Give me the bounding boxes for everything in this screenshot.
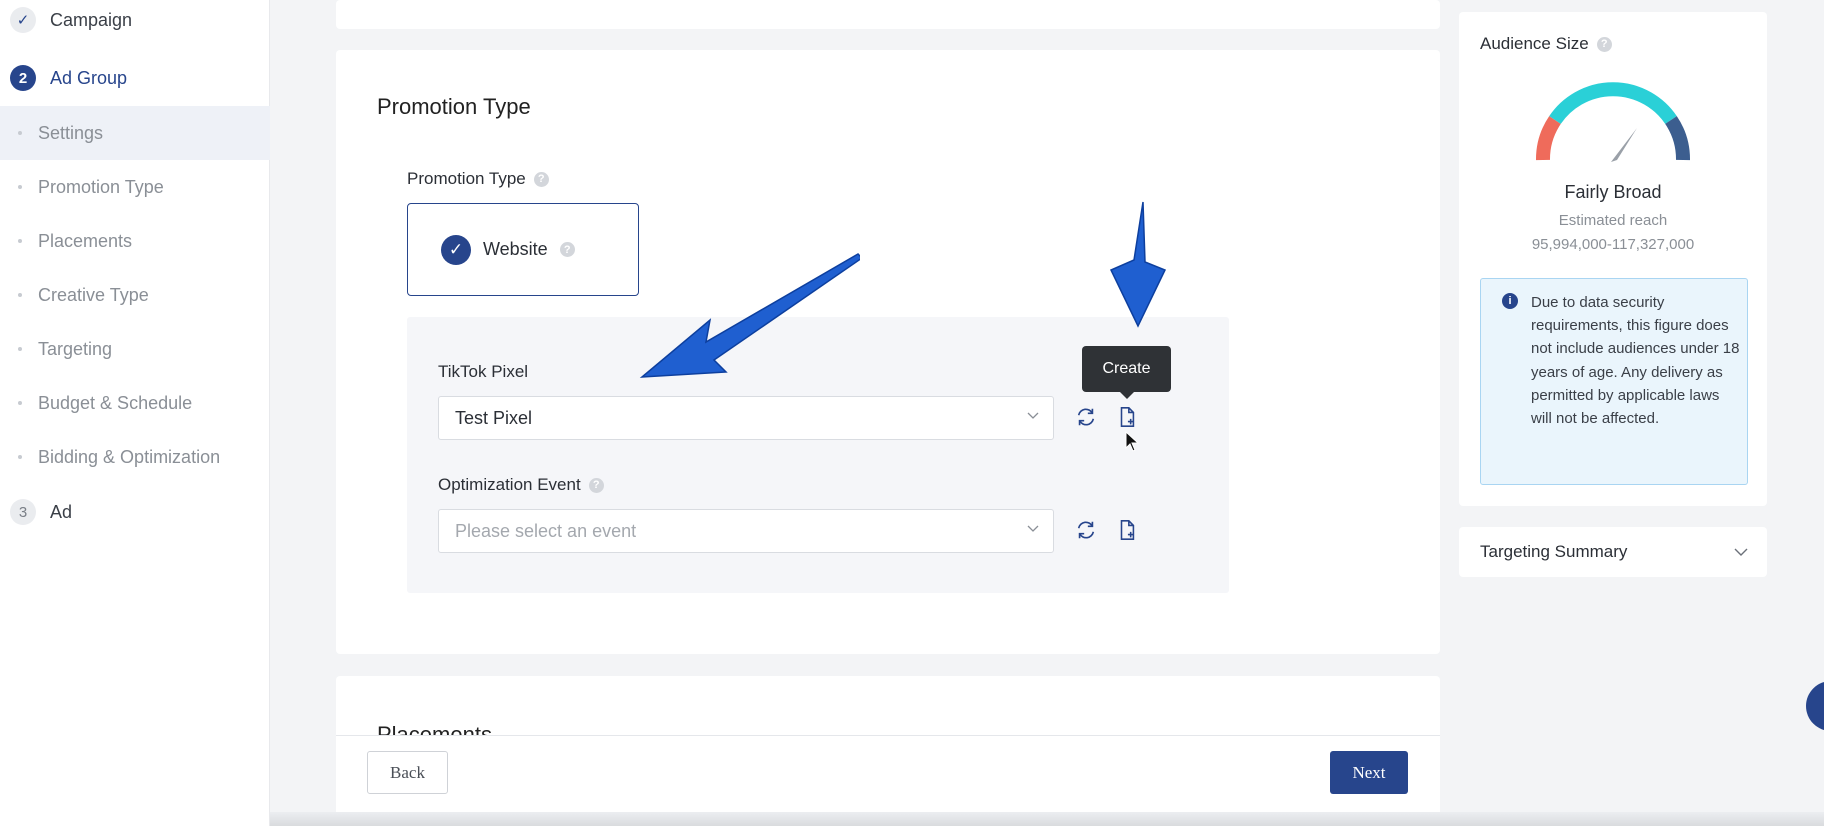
sidebar-item-label: Promotion Type xyxy=(38,176,164,197)
annotation-arrow-down-icon xyxy=(1109,201,1167,328)
create-file-icon[interactable] xyxy=(1116,406,1138,428)
event-select[interactable]: Please select an event xyxy=(438,509,1054,553)
pixel-select-value: Test Pixel xyxy=(455,407,533,428)
mouse-cursor-icon xyxy=(1125,431,1140,452)
event-label-text: Optimization Event xyxy=(438,475,581,494)
sidebar-item-budget-schedule[interactable]: Budget & Schedule xyxy=(0,376,270,430)
audience-breadth: Fairly Broad xyxy=(1564,182,1662,202)
sidebar-item-creative-type[interactable]: Creative Type xyxy=(0,268,270,322)
sidebar-item-label: Creative Type xyxy=(38,284,149,305)
step-ad-group[interactable]: 2 Ad Group xyxy=(10,65,127,91)
sidebar-item-label: Bidding & Optimization xyxy=(38,446,221,467)
sidebar: ✓ Campaign 2 Ad Group Settings Promotion… xyxy=(0,0,270,826)
website-option-label: Website xyxy=(483,239,548,259)
info-icon: i xyxy=(1502,293,1518,309)
sidebar-item-settings[interactable]: Settings xyxy=(0,106,270,160)
step-number: 2 xyxy=(10,65,36,91)
bottom-shadow xyxy=(270,812,1824,826)
sidebar-item-promotion-type[interactable]: Promotion Type xyxy=(0,160,270,214)
pixel-label-text: TikTok Pixel xyxy=(438,362,529,381)
chevron-down-icon xyxy=(1027,525,1039,532)
section-title: Promotion Type xyxy=(377,94,531,119)
notice-text: Due to data security requirements, this … xyxy=(1531,294,1740,428)
refresh-icon[interactable] xyxy=(1075,519,1097,541)
audience-size-title-text: Audience Size xyxy=(1480,34,1589,53)
sidebar-item-bidding-optimization[interactable]: Bidding & Optimization xyxy=(0,430,270,484)
promotion-type-label: Promotion Type ? xyxy=(407,169,549,189)
chevron-down-icon xyxy=(1734,548,1748,556)
help-icon[interactable]: ? xyxy=(588,477,604,493)
sidebar-item-label: Targeting xyxy=(38,338,113,359)
reach-value: 95,994,000-117,327,000 xyxy=(1531,236,1695,253)
event-select-placeholder: Please select an event xyxy=(455,520,637,541)
help-icon[interactable]: ? xyxy=(533,171,549,187)
step-campaign[interactable]: ✓ Campaign xyxy=(10,7,132,33)
back-button[interactable]: Back xyxy=(367,751,448,794)
create-file-icon[interactable] xyxy=(1116,519,1138,541)
step-ad[interactable]: 3 Ad xyxy=(10,499,72,525)
step-ad-label: Ad xyxy=(50,501,73,522)
step-campaign-label: Campaign xyxy=(50,9,133,30)
previous-section-card xyxy=(336,0,1440,29)
targeting-summary-label: Targeting Summary xyxy=(1480,542,1628,561)
pixel-label: TikTok Pixel xyxy=(438,362,528,382)
create-tooltip: Create xyxy=(1082,346,1171,399)
footer-bar xyxy=(336,735,1440,812)
check-icon: ✓ xyxy=(10,7,36,33)
sidebar-item-label: Placements xyxy=(38,230,133,251)
event-label: Optimization Event ? xyxy=(438,475,604,495)
help-icon[interactable]: ? xyxy=(559,242,575,257)
annotation-arrow-icon xyxy=(639,253,860,378)
sidebar-item-label: Settings xyxy=(38,122,104,143)
audience-size-title: Audience Size ? xyxy=(1480,34,1612,54)
targeting-summary-toggle[interactable]: Targeting Summary xyxy=(1459,527,1767,577)
sidebar-item-placements[interactable]: Placements xyxy=(0,214,270,268)
next-button[interactable]: Next xyxy=(1330,751,1408,794)
sidebar-item-label: Budget & Schedule xyxy=(38,392,193,413)
reach-label: Estimated reach xyxy=(1558,212,1668,229)
step-ad-group-label: Ad Group xyxy=(50,67,128,88)
chat-button[interactable] xyxy=(1806,681,1824,731)
pixel-select[interactable]: Test Pixel xyxy=(438,396,1054,440)
chevron-down-icon xyxy=(1027,412,1039,419)
step-number: 3 xyxy=(10,499,36,525)
promotion-type-label-text: Promotion Type xyxy=(407,169,526,188)
help-icon[interactable]: ? xyxy=(1596,36,1612,52)
audience-gauge xyxy=(1535,82,1691,162)
sidebar-item-targeting[interactable]: Targeting xyxy=(0,322,270,376)
refresh-icon[interactable] xyxy=(1075,406,1097,428)
checkmark-icon: ✓ xyxy=(441,234,471,265)
website-option[interactable]: ✓ Website ? xyxy=(407,203,639,296)
data-security-notice: i Due to data security requirements, thi… xyxy=(1480,278,1748,485)
